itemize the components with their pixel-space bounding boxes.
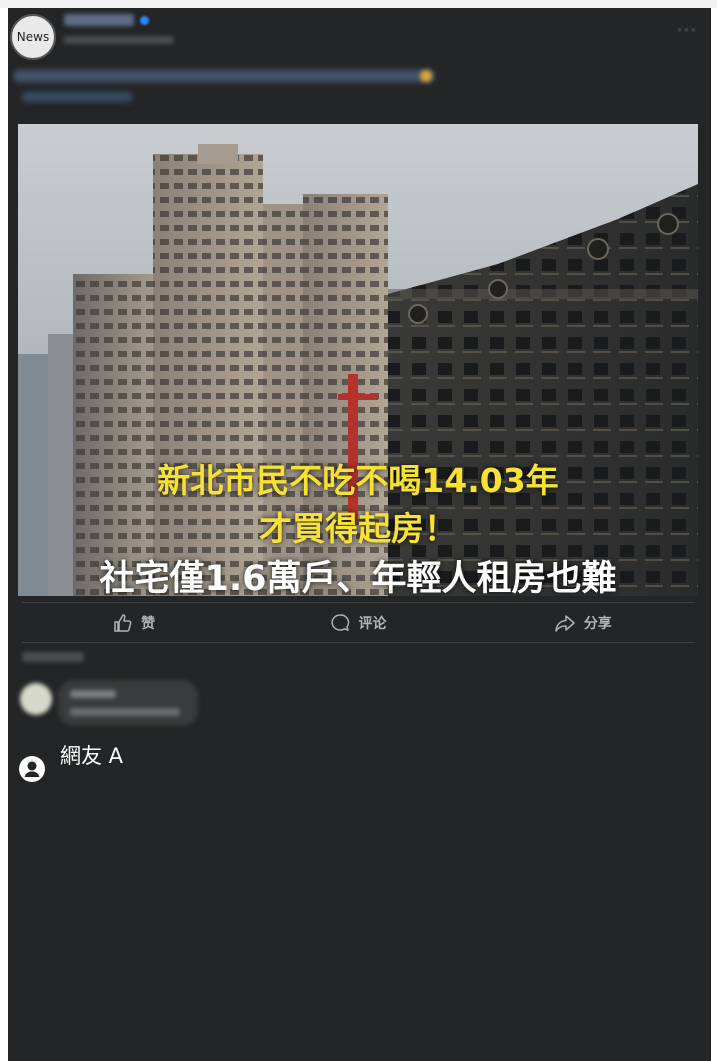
commenter-name[interactable]: 網友 A xyxy=(60,740,123,770)
commenter-avatar-blurred[interactable] xyxy=(20,683,52,715)
share-label: 分享 xyxy=(583,616,612,632)
emoji-icon xyxy=(420,70,432,82)
post-text-blurred xyxy=(14,70,434,82)
comment-bubble-icon xyxy=(331,614,350,631)
user-avatar-icon xyxy=(19,756,45,782)
avatar-label: News xyxy=(16,30,50,44)
like-label: 赞 xyxy=(141,616,156,632)
verified-badge-icon xyxy=(140,16,149,25)
comment-sort-blurred[interactable] xyxy=(22,652,84,662)
post-photo[interactable]: 新北市民不吃不喝14.03年 才買得起房！ 社宅僅1.6萬戶、年輕人租房也難 xyxy=(18,124,698,596)
photo-caption-line2: 才買得起房！ xyxy=(259,509,457,548)
photo-caption-line1: 新北市民不吃不喝14.03年 xyxy=(157,461,559,500)
thumbs-up-icon xyxy=(114,614,132,632)
comment-label: 评论 xyxy=(358,616,387,632)
comment-text-blurred xyxy=(70,708,180,716)
share-button[interactable]: 分享 xyxy=(471,606,695,640)
page-avatar[interactable]: News xyxy=(10,14,56,60)
photo-caption-line3: 社宅僅1.6萬戶、年輕人租房也難 xyxy=(99,559,617,596)
comment-author-blurred xyxy=(70,690,116,698)
page-top-edge xyxy=(0,0,717,8)
divider-top xyxy=(22,602,695,603)
comment-bubble-blurred xyxy=(58,680,198,726)
ellipsis-icon[interactable]: ··· xyxy=(677,20,697,41)
comment-button[interactable]: 评论 xyxy=(246,606,470,640)
page-name-blurred[interactable] xyxy=(64,14,134,26)
divider-bottom xyxy=(22,642,695,643)
post-link-blurred[interactable] xyxy=(22,92,132,102)
action-bar: 赞 评论 分享 xyxy=(22,606,695,640)
like-button[interactable]: 赞 xyxy=(22,606,246,640)
share-arrow-icon xyxy=(555,615,575,632)
post-meta-blurred xyxy=(64,36,174,44)
